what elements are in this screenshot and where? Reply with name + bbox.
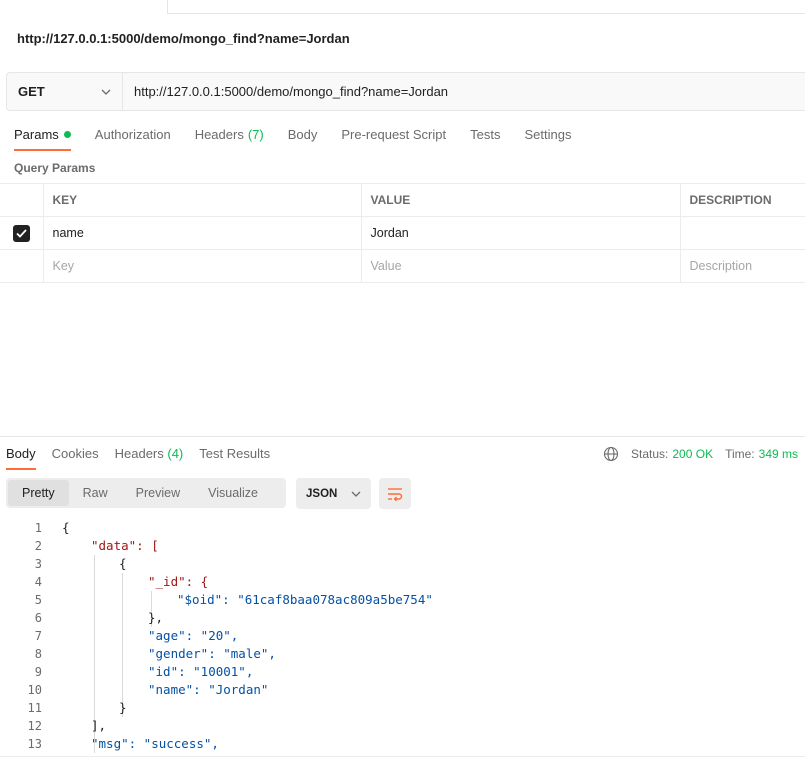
code-line: 5 "$oid": "61caf8baa078ac809a5be754" [34,592,433,607]
tab-label: Cookies [51,446,99,461]
status-bar-rule [0,756,805,757]
response-tab-body[interactable]: Body [6,446,36,470]
pane-divider[interactable] [0,436,805,437]
table-row-empty: Key Value Description [0,249,805,283]
response-tab-cookies[interactable]: Cookies [52,446,99,470]
new-key-input[interactable]: Key [42,249,362,283]
wrap-lines-icon [388,487,403,501]
response-tab-test-results[interactable]: Test Results [199,446,270,470]
code-line: 1{ [34,520,70,535]
query-params-table: KEY VALUE DESCRIPTION name Jordan Key Va… [0,183,805,283]
view-visualize-button[interactable]: Visualize [194,480,272,506]
tab-label: Body [6,446,36,461]
code-line: 13 "msg": "success", [27,736,219,751]
tab-count: (4) [167,446,184,461]
header-key: KEY [42,183,362,217]
response-tab-headers[interactable]: Headers (4) [115,446,184,470]
tab-label: Body [287,127,318,142]
tab-label: Pre-request Script [341,127,447,142]
header-value: VALUE [360,183,681,217]
url-input[interactable]: http://127.0.0.1:5000/demo/mongo_find?na… [123,84,448,99]
param-value-cell[interactable]: Jordan [360,216,681,250]
code-line: 6}, [34,610,164,625]
method-label: GET [18,84,45,99]
tab-label: Headers [114,446,164,461]
code-line: 3{ [34,556,127,571]
chevron-down-icon [100,86,112,98]
tab-tests[interactable]: Tests [470,127,500,151]
header-check-cell [0,183,44,217]
globe-icon[interactable] [603,446,619,462]
param-key-cell[interactable]: name [42,216,362,250]
code-line: 10 "name": "Jordan" [27,682,269,697]
tab-label: Authorization [94,127,171,142]
new-description-input[interactable]: Description [679,249,805,283]
query-params-label: Query Params [14,161,96,175]
params-active-dot [63,131,71,138]
tab-settings[interactable]: Settings [524,127,571,151]
chevron-down-icon [351,488,361,500]
status-label: Status: [631,447,669,461]
code-line: 8 "gender": "male", [34,646,276,661]
url-bar: GET http://127.0.0.1:5000/demo/mongo_fin… [6,72,805,111]
param-enabled-checkbox[interactable] [12,224,30,242]
status-value[interactable]: 200 OK [672,447,713,461]
table-row: name Jordan [0,216,805,250]
tab-label: Headers [194,127,244,142]
active-request-tab[interactable] [0,0,168,14]
code-line: 7 "age": "20", [34,628,239,643]
tab-body[interactable]: Body [288,127,318,151]
time-label: Time: [725,447,755,461]
table-header-row: KEY VALUE DESCRIPTION [0,183,805,217]
code-line: 11} [27,700,127,715]
response-body-code[interactable]: 1{ 2 "data": [ 3{ 4 "_id": { 5 "$oid": "61c… [0,519,805,753]
tab-label: Test Results [199,446,271,461]
response-status-area: Status: 200 OK Time: 349 ms [603,446,798,462]
format-select[interactable]: JSON [296,478,371,509]
code-line: 9 "id": "10001", [34,664,254,679]
view-preview-button[interactable]: Preview [122,480,194,506]
view-pretty-button[interactable]: Pretty [8,480,69,506]
time-value[interactable]: 349 ms [759,447,798,461]
empty-check-cell [0,249,44,283]
tab-authorization[interactable]: Authorization [95,127,171,151]
tab-pre-request-script[interactable]: Pre-request Script [341,127,446,151]
tab-label: Settings [524,127,572,142]
tab-label: Params [14,127,59,142]
request-tabs: Params Authorization Headers (7) Body Pre… [14,127,595,151]
param-description-cell[interactable] [679,216,805,250]
code-line: 2 "data": [ [34,538,159,553]
top-tab-strip [0,0,805,14]
new-value-input[interactable]: Value [360,249,681,283]
view-mode-toggle: Pretty Raw Preview Visualize [6,478,286,508]
view-raw-button[interactable]: Raw [69,480,122,506]
row-check-cell [0,216,44,250]
tab-count: (7) [247,127,264,142]
check-icon [16,228,27,238]
wrap-lines-button[interactable] [379,478,411,509]
response-tabs: Body Cookies Headers (4) Test Results [6,446,286,470]
format-label: JSON [306,487,338,500]
method-select[interactable]: GET [7,73,123,110]
header-description: DESCRIPTION [679,183,805,217]
tab-params[interactable]: Params [14,127,71,151]
code-line: 4 "_id": { [34,574,209,589]
request-title[interactable]: http://127.0.0.1:5000/demo/mongo_find?na… [17,31,350,46]
tab-headers[interactable]: Headers (7) [195,127,264,151]
code-line: 12], [27,718,107,733]
tab-label: Tests [470,127,501,142]
